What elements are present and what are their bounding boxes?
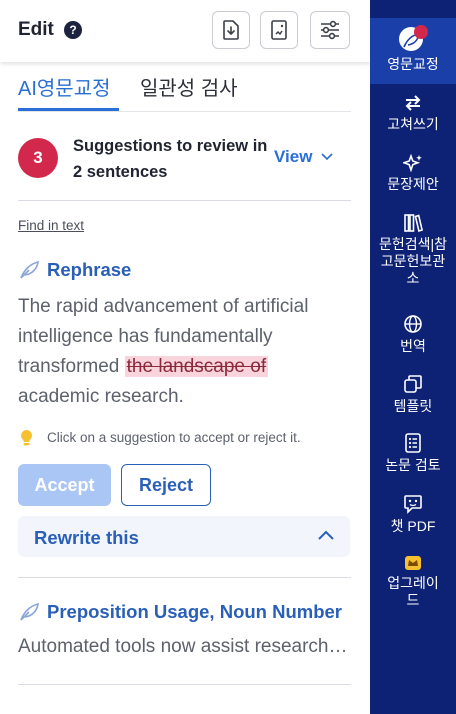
document-button[interactable] <box>260 11 298 49</box>
suggestion-summary: Suggestions to review in 2 sentences <box>73 137 268 181</box>
sidebar-item-proofreading[interactable]: 영문교정 <box>370 24 456 73</box>
sidebar-item-label: 고쳐쓰기 <box>387 116 439 132</box>
download-button[interactable] <box>212 11 250 49</box>
checklist-icon <box>405 433 421 453</box>
sliders-icon <box>321 20 339 40</box>
sidebar-item-label: 업그레이드 <box>387 575 439 608</box>
feather-icon <box>20 260 39 279</box>
chevron-up-icon <box>318 530 334 540</box>
accept-button[interactable]: Accept <box>18 464 111 506</box>
crown-icon <box>405 556 421 570</box>
chevron-down-icon[interactable] <box>321 153 333 161</box>
suggestion-sentence[interactable]: The rapid advancement of artificial inte… <box>18 292 353 412</box>
lightbulb-icon <box>21 430 32 446</box>
panel-title: Edit <box>18 19 54 40</box>
sidebar-item-label: 논문 검토 <box>385 457 441 473</box>
sidebar-item-templates[interactable]: 템플릿 <box>370 374 456 415</box>
section-divider <box>18 684 351 685</box>
suggestion-title: Rephrase <box>47 259 132 280</box>
help-icon[interactable]: ? <box>64 21 82 39</box>
suggestion-count-badge: 3 <box>18 138 58 178</box>
view-dropdown[interactable]: View <box>274 147 312 167</box>
tab-ai-proofreading[interactable]: AI영문교정 <box>18 72 111 101</box>
books-icon <box>404 214 423 232</box>
deleted-text[interactable]: the landscape of <box>124 356 269 377</box>
globe-icon <box>404 315 422 333</box>
document-icon <box>271 20 287 40</box>
section-divider <box>18 200 351 201</box>
sidebar-item-sentence-suggest[interactable]: 문장제안 <box>370 154 456 193</box>
sidebar-item-label: 템플릿 <box>393 398 433 414</box>
sidebar-item-label: 챗 PDF <box>390 518 436 534</box>
suggestion-sentence[interactable]: Automated tools now assist researchers i… <box>18 636 350 658</box>
settings-button[interactable] <box>310 11 350 49</box>
sidebar-item-paper-review[interactable]: 논문 검토 <box>370 433 456 474</box>
reject-button[interactable]: Reject <box>121 464 211 506</box>
sidebar-item-chat-pdf[interactable]: 챗 PDF <box>370 494 456 535</box>
section-divider <box>18 577 351 578</box>
sidebar-item-translate[interactable]: 번역 <box>370 314 456 355</box>
copy-icon <box>404 375 422 393</box>
sidebar-item-label: 번역 <box>400 338 426 354</box>
sentence-text: academic research. <box>18 386 184 407</box>
sidebar-item-upgrade[interactable]: 업그레이드 <box>370 555 456 609</box>
edit-panel: Edit ? AI영문교정 일관성 검사 3 Suggestions to re… <box>0 0 370 714</box>
chat-bot-icon <box>404 495 422 514</box>
swap-arrows-icon <box>405 95 421 111</box>
tab-consistency-check[interactable]: 일관성 검사 <box>140 72 238 101</box>
feather-icon <box>20 602 39 621</box>
tool-sidebar: 영문교정 고쳐쓰기 문장제안 문헌검색|참고문헌보관소 번역 템플릿 논문 검토… <box>370 0 456 714</box>
sidebar-item-label: 문헌검색|참고문헌보관소 <box>378 236 448 286</box>
tab-divider <box>18 111 351 112</box>
sidebar-item-label: 문장제안 <box>387 176 439 192</box>
sparkle-icon <box>403 154 422 172</box>
sidebar-item-rewrite[interactable]: 고쳐쓰기 <box>370 94 456 133</box>
suggestion-title[interactable]: Preposition Usage, Noun Number <box>47 601 342 623</box>
feather-icon <box>399 25 428 51</box>
download-icon <box>223 20 239 40</box>
find-in-text-link[interactable]: Find in text <box>18 218 84 233</box>
panel-header: Edit ? <box>0 0 370 62</box>
sidebar-item-literature[interactable]: 문헌검색|참고문헌보관소 <box>370 214 456 287</box>
rewrite-label: Rewrite this <box>34 527 139 548</box>
sidebar-item-label: 영문교정 <box>387 56 439 72</box>
rewrite-this-toggle[interactable]: Rewrite this <box>18 516 350 557</box>
hint-text: Click on a suggestion to accept or rejec… <box>47 430 301 445</box>
